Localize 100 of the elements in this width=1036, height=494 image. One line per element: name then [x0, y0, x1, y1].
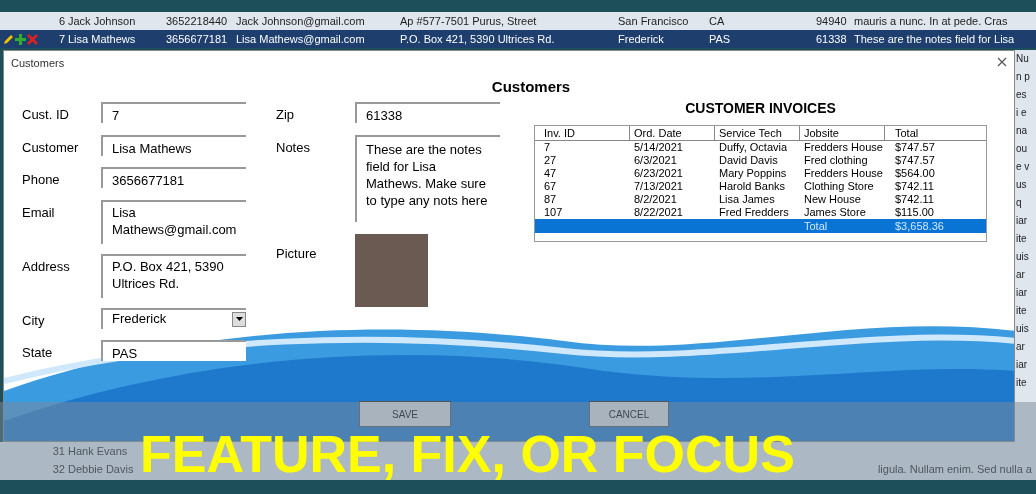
notes-field[interactable]: These are the notes field for Lisa Mathews. Make sure to type any nots here	[355, 134, 500, 222]
grid-cell-text: 94940	[816, 13, 848, 29]
grid-cell-fragment: ite	[1015, 304, 1028, 318]
grid-cell-fragment: es	[1015, 88, 1028, 102]
grid-cell-fragment: ar	[1015, 340, 1026, 354]
grid-cell-fragment: iar	[1015, 214, 1029, 228]
table-cell-text: 8/22/2021	[633, 206, 684, 219]
grid-cell-text: Jack Johnson@gmail.com	[236, 13, 366, 29]
grid-cell-text: 61338	[816, 31, 848, 47]
grid-cell-text: 32	[51, 461, 66, 477]
column-header: Service Tech	[715, 126, 800, 140]
grid-cell-text: These are the notes field for Lisa	[854, 31, 1016, 47]
invoices-title: CUSTOMER INVOICES	[685, 99, 836, 118]
table-cell-text: 6/23/2021	[633, 167, 684, 180]
table-cell-text: $115.00	[894, 206, 935, 219]
grid-cell-fragment: Nu	[1015, 52, 1030, 66]
banner-title: FEATURE, FIX, OR FOCUS	[140, 428, 795, 480]
grid-cell-text: 6	[57, 13, 66, 29]
cancel-button[interactable]: CANCEL	[589, 401, 669, 427]
plus-icon[interactable]	[15, 33, 26, 45]
total-label: Total	[803, 219, 829, 233]
text-field[interactable]: Lisa Mathews@gmail.com	[101, 199, 246, 244]
table-cell-text: David Davis	[718, 154, 779, 167]
table-cell-text: 5/14/2021	[633, 141, 684, 154]
table-cell-text: 27	[543, 154, 558, 167]
grid-cell-fragment: iar	[1015, 358, 1029, 372]
text-field[interactable]: P.O. Box 421, 5390 Ultrices Rd.	[101, 253, 246, 298]
field-label: City	[22, 311, 46, 330]
grid-cell-fragment: e v	[1015, 160, 1031, 174]
text-field[interactable]: Lisa Mathews	[101, 134, 246, 156]
field-label: Phone	[22, 171, 61, 189]
table-cell-text: Duffy, Octavia	[718, 141, 789, 154]
table-cell-text: 107	[543, 206, 564, 219]
field-label: Notes	[276, 138, 311, 157]
total-value: $3,658.36	[894, 219, 945, 233]
table-cell-text: Clothing Store	[803, 180, 875, 193]
grid-cell-text: Frederick	[618, 31, 665, 47]
table-cell-text: $742.11	[894, 193, 935, 206]
save-button[interactable]: SAVE	[359, 401, 451, 427]
pencil-icon[interactable]	[3, 33, 14, 45]
table-cell-text: 87	[543, 193, 558, 206]
grid-cell-fragment: ou	[1015, 142, 1029, 156]
field-label: Picture	[276, 244, 318, 263]
table-cell-text: Fredders House	[803, 141, 884, 154]
text-field[interactable]: 7	[101, 102, 246, 123]
column-header: Total	[894, 126, 920, 140]
grid-cell-fragment: iar	[1015, 286, 1029, 300]
grid-cell-text: CA	[709, 13, 726, 29]
table-cell-text: $742.11	[894, 180, 935, 193]
dropdown-field[interactable]: Frederick	[101, 307, 246, 329]
window-title: Customers	[11, 56, 65, 71]
grid-cell-fragment: n p	[1015, 70, 1031, 84]
grid-cell-text: Jack Johnson	[68, 13, 137, 29]
table-cell-text: $564.00	[894, 167, 936, 180]
text-field[interactable]: 61338	[355, 102, 500, 123]
grid-cell-fragment: ar	[1015, 268, 1026, 282]
table-cell-text: Mary Poppins	[718, 167, 788, 180]
table-cell-text: New House	[803, 193, 862, 206]
grid-cell-text: 3656677181	[166, 31, 229, 47]
grid-cell-fragment: ite	[1015, 376, 1028, 390]
field-label: Email	[22, 203, 56, 222]
close-icon[interactable]	[997, 57, 1007, 67]
text-field[interactable]: 3656677181	[101, 167, 246, 188]
table-cell-text: 47	[543, 167, 558, 180]
column-header: Inv. ID	[535, 126, 630, 140]
field-label: State	[22, 344, 54, 362]
grid-row[interactable]: 6 Jack Johnson 3652218440 Jack Johnson@gmail.com Ap #577-7501 Purus, Street San Francisco CA 94940 mauris a nunc. In at pede. Cras	[0, 12, 1036, 30]
grid-cell-fragment: na	[1015, 124, 1029, 138]
grid-cell-text: 31	[51, 443, 66, 459]
field-label: Zip	[276, 106, 296, 124]
table-cell-text: Lisa James	[718, 193, 776, 206]
grid-cell-fragment: uis	[1015, 322, 1030, 336]
grid-cell-text: Hank Evans	[68, 443, 129, 459]
grid-cell-text: PAS	[709, 31, 732, 47]
table-cell-text: Harold Banks	[718, 180, 787, 193]
field-label: Cust. ID	[22, 106, 70, 124]
column-header: Jobsite	[800, 126, 885, 140]
table-cell-text: 8/2/2021	[633, 193, 678, 206]
field-label: Address	[22, 257, 71, 276]
table-cell-text: Fred clothing	[803, 154, 869, 167]
grid-cell-text: mauris a nunc. In at pede. Cras	[854, 13, 1009, 29]
table-cell-text: James Store	[803, 206, 867, 219]
text-field[interactable]: PAS	[101, 340, 246, 361]
grid-row[interactable]: 7 Lisa Mathews 3656677181 Lisa Mathews@gmail.com P.O. Box 421, 5390 Ultrices Rd. Frederick PAS 61338 These are the notes field for Lisa	[0, 30, 1036, 48]
form-heading: Customers	[491, 76, 571, 97]
grid-cell-fragment: uis	[1015, 250, 1030, 264]
grid-cell-text: Lisa Mathews	[68, 31, 137, 47]
grid-cell-fragment: us	[1015, 178, 1028, 192]
grid-cell-fragment: i e	[1015, 106, 1028, 120]
grid-cell-fragment: ite	[1015, 232, 1028, 246]
table-cell-text: 6/3/2021	[633, 154, 678, 167]
grid-cell-text: Ap #577-7501 Purus, Street	[400, 13, 538, 29]
grid-cell-fragment: q	[1015, 196, 1023, 210]
grid-cell-text: 3652218440	[166, 13, 229, 29]
grid-cell-text: Lisa Mathews@gmail.com	[236, 31, 366, 47]
table-cell-text: 7	[543, 141, 552, 154]
grid-cell-text: P.O. Box 421, 5390 Ultrices Rd.	[400, 31, 556, 47]
column-header: Ord. Date	[630, 126, 715, 140]
table-cell-text: 67	[543, 180, 558, 193]
table-cell-text: 7/13/2021	[633, 180, 684, 193]
